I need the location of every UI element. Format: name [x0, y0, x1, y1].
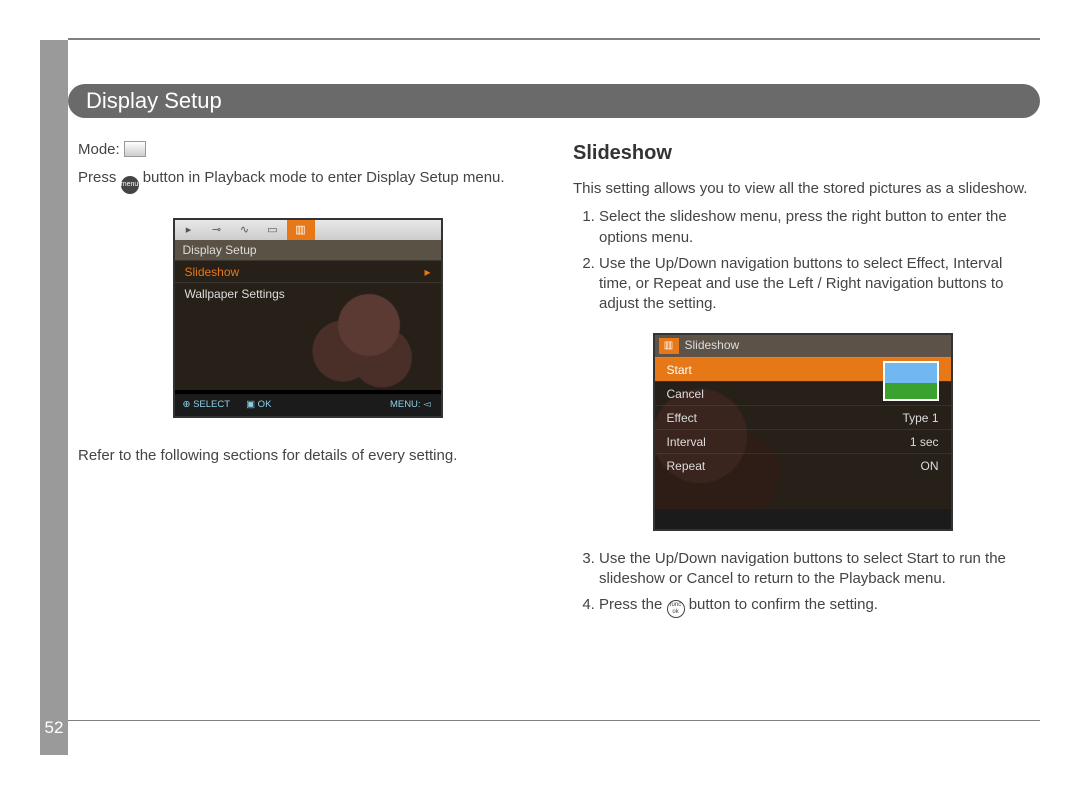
tab-key-icon: ⊸: [203, 220, 231, 240]
steps-list-cont: Use the Up/Down navigation buttons to se…: [573, 549, 1032, 619]
foot-ok: ▣ OK: [246, 399, 271, 412]
slideshow-body: Start Cancel Effect Type 1 Interval 1 se…: [655, 357, 951, 511]
tab-bar: ▸ ⊸ ∿ ▭ ▥: [175, 220, 441, 240]
slideshow-footer: [655, 509, 951, 529]
steps-list: Select the slideshow menu, press the rig…: [573, 207, 1032, 314]
step-1: Select the slideshow menu, press the rig…: [599, 207, 1032, 248]
display-icon: ▥: [659, 338, 679, 354]
step-3: Use the Up/Down navigation buttons to se…: [599, 549, 1032, 590]
chevron-right-icon: ▸: [424, 261, 430, 282]
page-title: Display Setup: [86, 88, 222, 113]
menu-title: Display Setup: [175, 240, 441, 260]
tab-monitor-icon: ▭: [259, 220, 287, 240]
foot-menu: MENU: ◅: [390, 399, 431, 412]
page-side-stripe: [40, 40, 68, 755]
refer-text: Refer to the following sections for deta…: [78, 446, 537, 466]
slideshow-screenshot: ▥ Slideshow Start Cancel Effect Type 1: [653, 333, 953, 531]
right-column: Slideshow This setting allows you to vie…: [573, 140, 1032, 725]
press-instruction: Press menu button in Playback mode to en…: [78, 168, 537, 194]
page-number: 52: [40, 715, 68, 741]
tab-playback-icon: ▸: [175, 220, 203, 240]
step-2: Use the Up/Down navigation buttons to se…: [599, 254, 1032, 315]
menu-footer: ⊕ SELECT ▣ OK MENU: ◅: [175, 394, 441, 416]
tab-display-icon: ▥: [287, 220, 315, 240]
slideshow-intro: This setting allows you to view all the …: [573, 179, 1032, 199]
mode-row: Mode:: [78, 140, 537, 160]
row-repeat: Repeat ON: [655, 453, 951, 477]
mode-label: Mode:: [78, 141, 120, 158]
menu-button-icon: menu: [121, 176, 139, 194]
menu-body: Slideshow ▸ Wallpaper Settings: [175, 260, 441, 390]
left-column: Mode: Press menu button in Playback mode…: [78, 140, 537, 725]
row-cancel: Cancel: [655, 381, 951, 405]
func-ok-button-icon: funcok: [667, 600, 685, 618]
menu-row-wallpaper: Wallpaper Settings: [175, 282, 441, 304]
bottom-rule: [68, 720, 1040, 721]
foot-select: ⊕ SELECT: [183, 399, 231, 412]
content-columns: Mode: Press menu button in Playback mode…: [78, 140, 1032, 725]
row-effect: Effect Type 1: [655, 405, 951, 429]
slideshow-title: Slideshow: [685, 337, 740, 353]
playback-mode-icon: [124, 141, 146, 157]
menu-row-slideshow: Slideshow ▸: [175, 260, 441, 282]
slideshow-header: ▥ Slideshow: [655, 335, 951, 357]
step-4: Press the funcok button to confirm the s…: [599, 595, 1032, 618]
page-title-pill: Display Setup: [68, 84, 1040, 118]
slideshow-heading: Slideshow: [573, 140, 1032, 167]
row-interval: Interval 1 sec: [655, 429, 951, 453]
display-setup-screenshot: ▸ ⊸ ∿ ▭ ▥ Display Setup Slideshow ▸ Wall…: [173, 218, 443, 418]
tab-wave-icon: ∿: [231, 220, 259, 240]
